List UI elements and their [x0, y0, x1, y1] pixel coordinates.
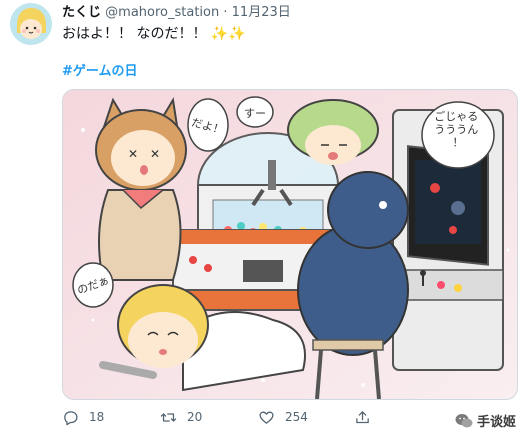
separator-dot: ·: [223, 5, 228, 20]
svg-text:すー: すー: [244, 107, 266, 120]
game-illustration: ごじゃる うううん ！ ✕ ✕ だよ！ すー のだぁ: [63, 90, 517, 399]
avatar[interactable]: [10, 3, 52, 45]
display-name[interactable]: たくじ: [62, 5, 101, 20]
tweet-image[interactable]: ごじゃる うううん ！ ✕ ✕ だよ！ すー のだぁ: [62, 89, 518, 400]
reply-icon: [64, 410, 78, 425]
watermark: 手谈姬: [455, 411, 516, 430]
reply-count: 18: [89, 410, 105, 424]
share-button[interactable]: [354, 405, 371, 429]
sparkle-emoji: ✨✨: [210, 26, 246, 42]
tweet-card[interactable]: たくじ @mahoro_station · 11月23日 おはよ！！ なのだ！！…: [0, 0, 524, 438]
cat-character: ✕ ✕: [95, 97, 187, 281]
tweet-body: おはよ！！ なのだ！！: [62, 26, 207, 42]
retweet-button[interactable]: 20: [160, 405, 202, 429]
tweet-date[interactable]: 11月23日: [232, 5, 291, 20]
speech-bubble-top: すー: [236, 96, 274, 128]
share-icon: [356, 410, 369, 423]
hashtag-link[interactable]: #ゲームの日: [62, 63, 138, 81]
user-handle[interactable]: @mahoro_station: [105, 5, 219, 20]
retweet-count: 20: [187, 410, 203, 424]
speech-bubble-right: ごじゃる うううん ！: [421, 101, 495, 169]
like-icon: [259, 411, 274, 424]
tweet-header: たくじ @mahoro_station · 11月23日: [62, 4, 291, 22]
like-button[interactable]: 254: [258, 405, 308, 429]
speech-bubble-left: だよ！: [187, 98, 229, 152]
retweet-icon: [160, 412, 177, 422]
tweet-text: おはよ！！ なのだ！！ ✨✨: [62, 24, 246, 44]
wechat-icon: [455, 413, 473, 427]
like-count: 254: [285, 410, 308, 424]
svg-text:✕: ✕: [128, 147, 138, 161]
svg-text:✕: ✕: [150, 147, 160, 161]
tweet-actions: 18 20 254: [62, 405, 522, 429]
watermark-text: 手谈姬: [476, 415, 516, 430]
reply-button[interactable]: 18: [62, 405, 104, 429]
speech-bubble-bottom: のだぁ: [72, 262, 114, 308]
